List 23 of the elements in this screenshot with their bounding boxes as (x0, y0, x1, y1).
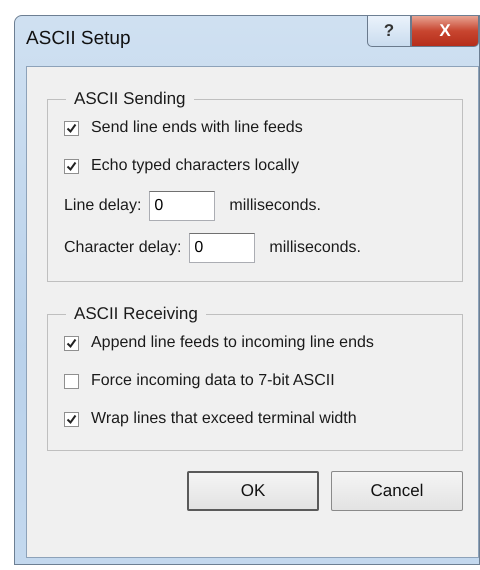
checkbox-label: Force incoming data to 7-bit ASCII (91, 372, 335, 390)
checkbox[interactable] (64, 412, 79, 426)
close-button[interactable]: X (411, 16, 479, 47)
checkbox-label: Echo typed characters locally (91, 157, 300, 175)
field-label: Line delay: (64, 197, 142, 215)
checkbox-label: Send line ends with line feeds (91, 119, 303, 137)
checkbox[interactable] (64, 374, 79, 388)
window-title: ASCII Setup (26, 28, 131, 50)
unit-label: milliseconds. (229, 197, 321, 215)
help-button[interactable]: ? (367, 16, 411, 47)
input-field[interactable]: 0 (149, 191, 216, 221)
ok-button[interactable]: OK (187, 471, 319, 511)
cancel-button[interactable]: Cancel (331, 471, 463, 511)
checkbox-label: Append line feeds to incoming line ends (91, 334, 374, 352)
checkbox[interactable] (64, 120, 79, 136)
group-title: ASCII Sending (73, 89, 187, 109)
checkbox[interactable] (64, 336, 79, 350)
checkbox-label: Wrap lines that exceed terminal width (91, 410, 357, 428)
group-title: ASCII Receiving (73, 304, 199, 324)
checkbox[interactable] (64, 158, 79, 174)
field-label: Character delay: (64, 239, 182, 257)
input-field[interactable]: 0 (189, 233, 256, 263)
unit-label: milliseconds. (269, 239, 361, 257)
